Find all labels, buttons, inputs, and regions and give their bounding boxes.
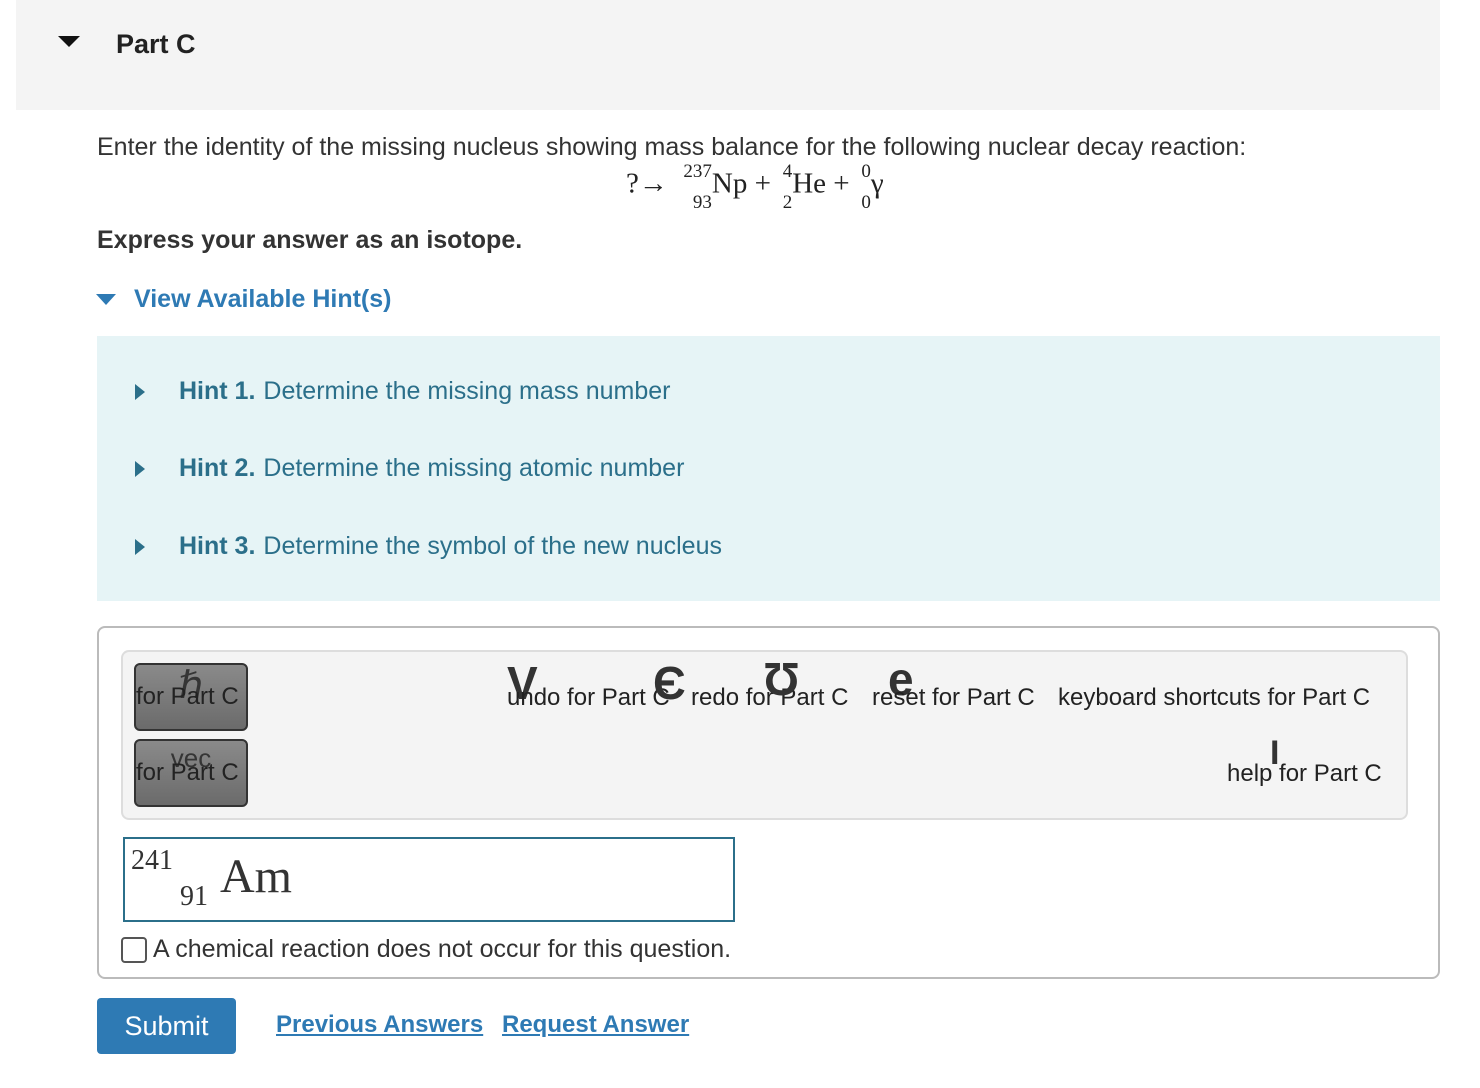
expand-triangle-icon <box>135 538 145 555</box>
previous-answers-link[interactable]: Previous Answers <box>276 1011 483 1039</box>
math-toolbar: ℏ for Part C vec for Part C V undo for P… <box>121 650 1408 820</box>
no-reaction-label: A chemical reaction does not occur for t… <box>153 935 732 963</box>
hints-panel: Hint 1. Determine the missing mass numbe… <box>97 336 1440 601</box>
hint-2[interactable]: Hint 2. Determine the missing atomic num… <box>135 454 684 483</box>
isotope-answer-input[interactable]: 241 91 Am <box>123 837 735 922</box>
hint-1[interactable]: Hint 1. Determine the missing mass numbe… <box>135 377 671 406</box>
answer-mass-number[interactable]: 241 <box>131 845 173 877</box>
templates-label: for Part C <box>136 683 239 710</box>
hint-3[interactable]: Hint 3. Determine the symbol of the new … <box>135 532 722 561</box>
np-mass: 237 <box>683 161 712 182</box>
view-hints-toggle[interactable]: View Available Hint(s) <box>96 285 391 314</box>
reaction-arrow: → <box>638 167 668 200</box>
vector-label: for Part C <box>136 759 239 786</box>
question-text: Enter the identity of the missing nucleu… <box>97 133 1247 161</box>
gamma-symbol: γ <box>870 167 884 200</box>
reaction-equation: ?→ 237 93 Np + 4 2 He + 00γ <box>626 162 884 212</box>
no-reaction-option[interactable]: A chemical reaction does not occur for t… <box>121 935 731 964</box>
expand-triangle-icon <box>135 460 145 477</box>
submit-button[interactable]: Submit <box>97 998 236 1054</box>
no-reaction-checkbox[interactable] <box>121 936 147 963</box>
he-atomic: 2 <box>782 192 793 213</box>
answer-box: ℏ for Part C vec for Part C V undo for P… <box>97 626 1440 979</box>
undo-button[interactable]: undo for Part C <box>507 684 670 712</box>
answer-element-symbol[interactable]: Am <box>220 849 292 904</box>
redo-icon[interactable]: Є <box>653 660 686 706</box>
keyboard-shortcuts-button[interactable]: keyboard shortcuts for Part C <box>1058 684 1370 712</box>
hint-text: Determine the symbol of the new nucleus <box>263 532 722 560</box>
np-atomic: 93 <box>692 192 712 213</box>
he-mass: 4 <box>782 161 793 182</box>
collapse-triangle-icon[interactable] <box>58 36 80 47</box>
part-header[interactable]: Part C <box>16 0 1440 110</box>
chevron-down-icon <box>96 294 116 305</box>
hint-text: Determine the missing atomic number <box>263 454 685 482</box>
isotope-gamma: 00 <box>857 162 871 212</box>
view-hints-label: View Available Hint(s) <box>134 285 392 313</box>
hint-number: Hint 2. <box>179 454 256 482</box>
help-button[interactable]: help for Part C <box>1227 760 1382 788</box>
vector-button[interactable]: vec for Part C <box>134 739 248 807</box>
expand-triangle-icon <box>135 383 145 400</box>
templates-button[interactable]: ℏ for Part C <box>134 663 248 731</box>
request-answer-link[interactable]: Request Answer <box>502 1011 689 1039</box>
reset-button[interactable]: reset for Part C <box>872 684 1035 712</box>
plus-sign: + <box>754 167 771 200</box>
unknown-reactant: ? <box>626 167 639 200</box>
answer-atomic-number[interactable]: 91 <box>180 881 208 913</box>
he-symbol: He <box>792 167 827 200</box>
reset-icon-a[interactable]: Ʊ <box>763 656 800 702</box>
gamma-atomic: 0 <box>861 192 871 213</box>
hint-text: Determine the missing mass number <box>263 377 671 405</box>
isotope-np: 237 93 <box>668 162 712 212</box>
hint-number: Hint 1. <box>179 377 256 405</box>
plus-sign: + <box>833 167 850 200</box>
answer-instructions: Express your answer as an isotope. <box>97 226 523 254</box>
hint-number: Hint 3. <box>179 532 256 560</box>
np-symbol: Np <box>711 167 748 200</box>
isotope-he: 42 <box>778 162 793 212</box>
part-title: Part C <box>116 29 196 59</box>
gamma-mass: 0 <box>861 161 871 182</box>
